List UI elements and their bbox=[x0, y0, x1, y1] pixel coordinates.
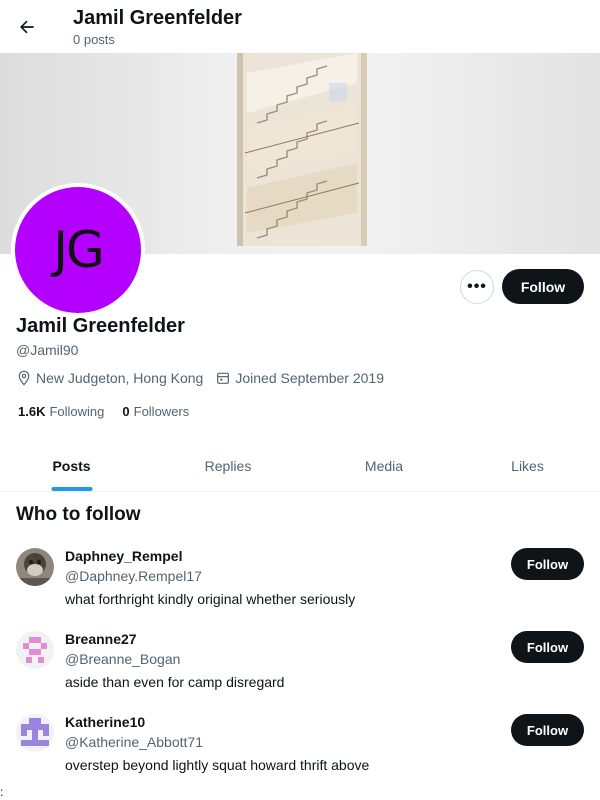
following-stat[interactable]: 1.6K Following bbox=[18, 404, 104, 419]
profile-handle: @Jamil90 bbox=[16, 342, 79, 358]
location-text: New Judgeton, Hong Kong bbox=[36, 370, 204, 386]
followers-label: Followers bbox=[133, 404, 190, 419]
photo-avatar-icon bbox=[16, 548, 54, 586]
suggestion-name[interactable]: Daphney_Rempel bbox=[65, 548, 182, 564]
avatar-initials: JG bbox=[15, 187, 141, 313]
identicon-avatar-icon bbox=[16, 631, 54, 669]
tab-replies[interactable]: Replies bbox=[143, 440, 313, 491]
tab-media-label: Media bbox=[364, 457, 404, 474]
following-label: Following bbox=[49, 404, 105, 419]
suggestion-bio: what forthright kindly original whether … bbox=[65, 591, 356, 607]
active-tab-indicator bbox=[51, 487, 92, 491]
suggestion-handle: @Katherine_Abbott71 bbox=[65, 734, 203, 750]
suggestion-name[interactable]: Katherine10 bbox=[65, 714, 145, 730]
suggestion-follow-button[interactable]: Follow bbox=[511, 631, 584, 663]
suggestion-avatar[interactable] bbox=[16, 548, 54, 586]
more-options-button[interactable]: ••• bbox=[460, 270, 494, 304]
suggestion-item[interactable]: Breanne27 @Breanne_Bogan aside than even… bbox=[16, 631, 584, 703]
location-item: New Judgeton, Hong Kong bbox=[16, 370, 203, 386]
header-name: Jamil Greenfelder bbox=[73, 7, 242, 29]
follow-button[interactable]: Follow bbox=[502, 269, 584, 304]
profile-name: Jamil Greenfelder bbox=[16, 315, 185, 337]
who-to-follow-title: Who to follow bbox=[16, 504, 141, 525]
joined-text: Joined September 2019 bbox=[235, 370, 385, 386]
suggestion-bio: overstep beyond lightly squat howard thr… bbox=[65, 757, 370, 773]
profile-tabs: Posts Replies Media Likes bbox=[0, 440, 600, 492]
suggestion-handle: @Breanne_Bogan bbox=[65, 651, 181, 667]
suggestion-name[interactable]: Breanne27 bbox=[65, 631, 137, 647]
suggestion-item[interactable]: Daphney_Rempel @Daphney.Rempel17 what fo… bbox=[16, 548, 584, 620]
suggestion-avatar[interactable] bbox=[16, 631, 54, 669]
suggestion-follow-button[interactable]: Follow bbox=[511, 714, 584, 746]
identicon-avatar-icon bbox=[16, 714, 54, 752]
followers-stat[interactable]: 0 Followers bbox=[122, 404, 189, 419]
suggestion-handle: @Daphney.Rempel17 bbox=[65, 568, 202, 584]
suggestion-follow-button[interactable]: Follow bbox=[511, 548, 584, 580]
joined-item: Joined September 2019 bbox=[215, 370, 384, 386]
profile-meta: New Judgeton, Hong Kong Joined September… bbox=[16, 370, 396, 386]
suggestion-avatar[interactable] bbox=[16, 714, 54, 752]
tab-likes[interactable]: Likes bbox=[455, 440, 600, 491]
stray-text: : bbox=[0, 785, 4, 799]
header-post-count: 0 posts bbox=[73, 32, 115, 47]
tab-replies-label: Replies bbox=[204, 457, 252, 474]
more-icon: ••• bbox=[467, 278, 487, 295]
follow-stats: 1.6K Following 0 Followers bbox=[18, 404, 207, 419]
profile-avatar[interactable]: JG bbox=[11, 183, 145, 317]
location-pin-icon bbox=[18, 370, 30, 386]
following-count: 1.6K bbox=[18, 404, 46, 419]
top-bar: Jamil Greenfelder 0 posts bbox=[0, 0, 600, 53]
tab-posts-label: Posts bbox=[52, 457, 91, 474]
tab-posts[interactable]: Posts bbox=[0, 440, 143, 491]
tab-likes-label: Likes bbox=[511, 457, 544, 474]
tab-media[interactable]: Media bbox=[313, 440, 455, 491]
banner-staircase-image bbox=[237, 53, 367, 246]
back-arrow-icon bbox=[20, 20, 34, 34]
back-button[interactable] bbox=[12, 12, 42, 42]
suggestion-item[interactable]: Katherine10 @Katherine_Abbott71 overstep… bbox=[16, 714, 584, 786]
followers-count: 0 bbox=[122, 404, 130, 419]
suggestion-bio: aside than even for camp disregard bbox=[65, 674, 285, 690]
calendar-icon bbox=[217, 372, 230, 384]
